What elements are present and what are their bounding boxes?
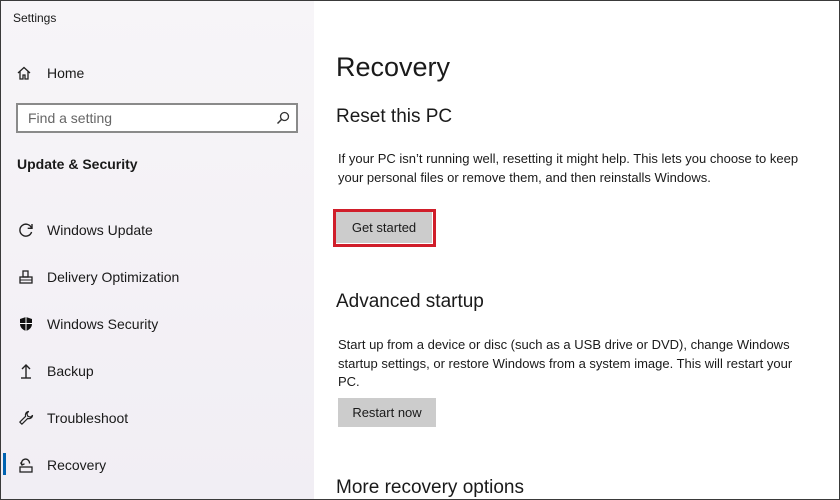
- sidebar: Settings Home Update & Security Windows …: [1, 1, 314, 499]
- section-heading: Update & Security: [17, 156, 138, 172]
- recovery-icon: [15, 454, 37, 476]
- highlight-box: [333, 209, 436, 247]
- nav-list: Windows Update Delivery Optimization Win…: [1, 206, 314, 488]
- shield-icon: [15, 313, 37, 335]
- sidebar-item-label: Delivery Optimization: [47, 268, 180, 285]
- sidebar-item-label: Windows Update: [47, 221, 153, 238]
- backup-arrow-icon: [15, 360, 37, 382]
- sidebar-item-windows-security[interactable]: Windows Security: [1, 300, 314, 347]
- home-label: Home: [47, 65, 85, 81]
- app-title: Settings: [13, 11, 57, 25]
- sidebar-item-delivery-optimization[interactable]: Delivery Optimization: [1, 253, 314, 300]
- home-icon: [13, 65, 35, 81]
- sidebar-item-label: Troubleshoot: [47, 409, 129, 426]
- delivery-optimization-icon: [15, 266, 37, 288]
- restart-now-button[interactable]: Restart now: [338, 398, 436, 427]
- search-input[interactable]: [18, 105, 270, 131]
- active-indicator: [3, 453, 6, 475]
- sidebar-item-backup[interactable]: Backup: [1, 347, 314, 394]
- sidebar-item-troubleshoot[interactable]: Troubleshoot: [1, 394, 314, 441]
- reset-heading: Reset this PC: [336, 106, 453, 127]
- sidebar-item-label: Backup: [47, 362, 94, 379]
- more-recovery-heading: More recovery options: [336, 477, 524, 498]
- sidebar-item-label: Recovery: [47, 456, 107, 473]
- sidebar-item-recovery[interactable]: Recovery: [1, 441, 314, 488]
- nav-home[interactable]: Home: [13, 61, 293, 85]
- sidebar-item-label: Windows Security: [47, 315, 159, 332]
- wrench-icon: [15, 407, 37, 429]
- refresh-icon: [15, 219, 37, 241]
- sidebar-item-windows-update[interactable]: Windows Update: [1, 206, 314, 253]
- page-title: Recovery: [336, 52, 451, 82]
- reset-description: If your PC isn’t running well, resetting…: [338, 151, 799, 185]
- advanced-startup-description: Start up from a device or disc (such as …: [338, 337, 793, 389]
- advanced-startup-heading: Advanced startup: [336, 291, 484, 312]
- search-box[interactable]: [16, 103, 298, 133]
- search-icon[interactable]: [270, 111, 296, 125]
